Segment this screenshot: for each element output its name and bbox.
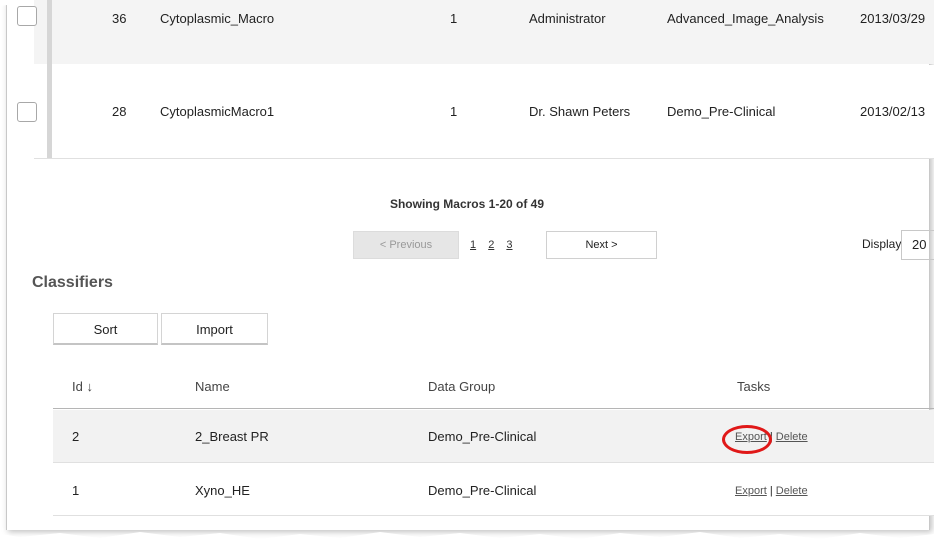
macro-owner: Administrator (529, 11, 606, 26)
macro-data-group: Advanced_Image_Analysis (667, 11, 824, 26)
previous-button[interactable]: < Previous (353, 231, 459, 259)
column-header-name[interactable]: Name (195, 379, 230, 394)
macro-owner: Dr. Shawn Peters (529, 104, 631, 119)
page-links: 1 2 3 (470, 231, 522, 259)
header-divider (53, 408, 934, 409)
classifier-data-group: Demo_Pre-Clinical (428, 429, 537, 444)
display-label: Display (862, 237, 902, 251)
classifier-id: 2 (72, 429, 80, 444)
torn-edge-bottom (0, 532, 934, 546)
row-checkbox[interactable] (17, 6, 37, 26)
export-link[interactable]: Export (735, 485, 767, 497)
page-link-2[interactable]: 2 (488, 239, 494, 251)
macro-version: 1 (450, 11, 458, 26)
import-button[interactable]: Import (161, 313, 268, 345)
macro-data-group: Demo_Pre-Clinical (667, 104, 776, 119)
macro-name: CytoplasmicMacro1 (160, 104, 275, 119)
column-header-data-group[interactable]: Data Group (428, 379, 495, 394)
classifier-name: 2_Breast PR (195, 429, 269, 444)
column-header-id[interactable]: Id ↓ (72, 379, 93, 394)
macro-name: Cytoplasmic_Macro (160, 11, 275, 26)
classifier-data-group: Demo_Pre-Clinical (428, 483, 537, 498)
highlight-circle (722, 425, 772, 454)
classifiers-title: Classifiers (32, 274, 113, 291)
table-row (34, 0, 934, 64)
row-checkbox[interactable] (17, 102, 37, 122)
display-count-select[interactable]: 20 (901, 230, 934, 260)
classifier-tasks: Export | Delete (735, 485, 808, 497)
delete-link[interactable]: Delete (776, 485, 808, 497)
column-header-tasks: Tasks (737, 379, 771, 394)
macro-date: 2013/03/29 (860, 11, 926, 26)
sort-button[interactable]: Sort (53, 313, 158, 345)
task-separator: | (769, 485, 773, 497)
delete-link[interactable]: Delete (776, 431, 808, 443)
macro-date: 2013/02/13 (860, 104, 926, 119)
classifier-id: 1 (72, 483, 80, 498)
row-marker (47, 0, 52, 158)
showing-macros-count: Showing Macros 1-20 of 49 (389, 197, 545, 211)
page-link-3[interactable]: 3 (506, 239, 512, 251)
next-button[interactable]: Next > (546, 231, 657, 259)
macro-id: 28 (112, 104, 127, 119)
macro-version: 1 (450, 104, 458, 119)
classifier-name: Xyno_HE (195, 483, 250, 498)
page-link-1[interactable]: 1 (470, 239, 476, 251)
macro-id: 36 (112, 11, 127, 26)
